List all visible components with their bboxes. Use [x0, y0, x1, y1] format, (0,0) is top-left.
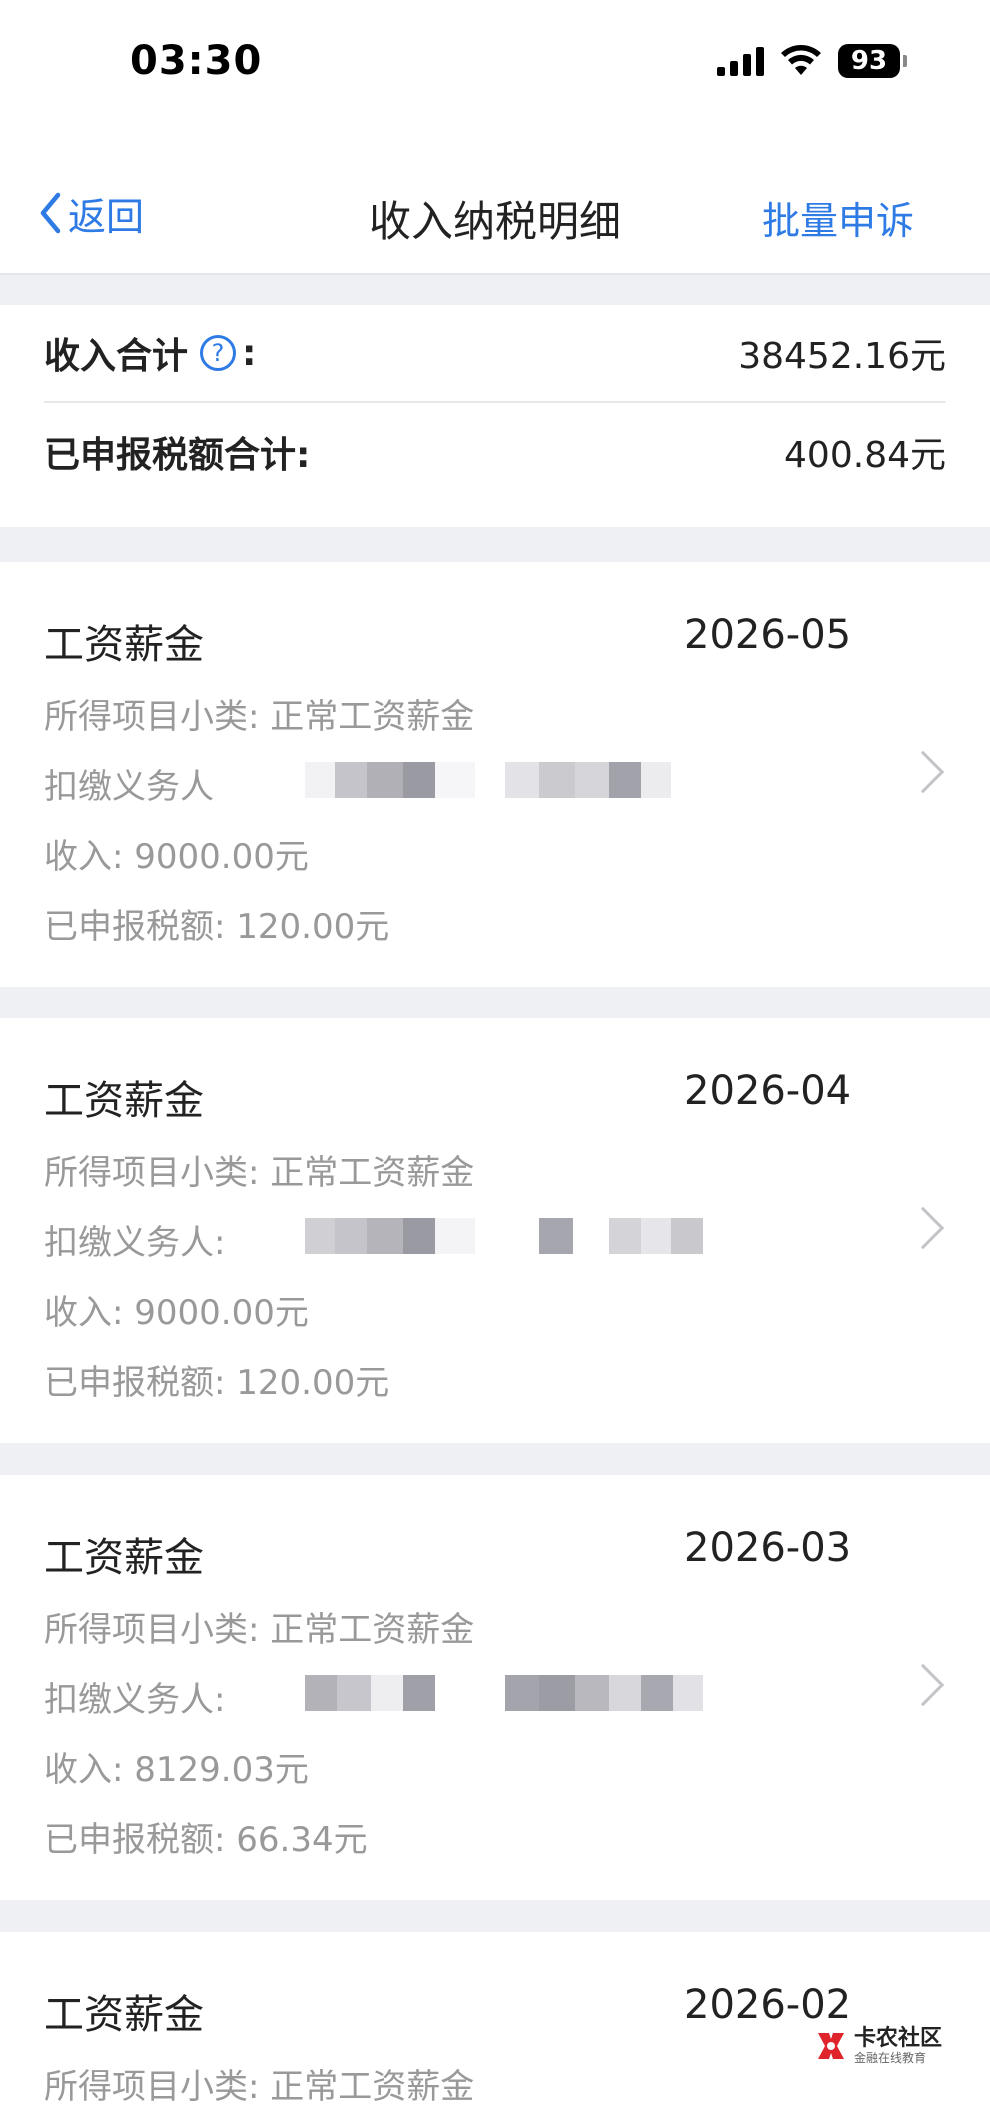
record-subcategory: 所得项目小类: 正常工资薪金 — [44, 697, 475, 737]
record-withholder-label: 扣缴义务人: — [44, 1680, 226, 1720]
record-date: 2026-04 — [684, 1068, 852, 1114]
tax-total-value: 400.84元 — [784, 435, 946, 476]
watermark-subtext: 金融在线教育 — [853, 2051, 926, 2065]
income-total-label: 收入合计 — [44, 336, 189, 377]
tax-total-label: 已申报税额合计: — [44, 435, 311, 476]
redacted-withholder — [305, 1218, 710, 1254]
record-income: 收入: 9000.00元 — [44, 1293, 309, 1333]
record-title: 工资薪金 — [44, 1992, 204, 2038]
redacted-withholder — [305, 762, 710, 798]
watermark-text: 卡农社区 — [853, 2026, 942, 2051]
record-date: 2026-05 — [684, 612, 852, 658]
help-icon[interactable]: ? — [200, 335, 237, 371]
status-bar: 03:30 93 — [0, 0, 990, 130]
record-subcategory: 所得项目小类: 正常工资薪金 — [44, 1153, 475, 1193]
record-subcategory: 所得项目小类: 正常工资薪金 — [44, 1610, 475, 1650]
record-withholder-label: 扣缴义务人 — [44, 767, 214, 807]
record-date: 2026-03 — [684, 1525, 852, 1571]
battery-icon: 93 — [838, 44, 907, 78]
status-icons: 93 — [717, 44, 907, 78]
wifi-icon — [781, 45, 821, 75]
watermark-logo-icon — [817, 2033, 844, 2059]
income-total-row: 收入合计 ? : 38452.16元 — [44, 305, 946, 403]
income-record-card[interactable]: 工资薪金 2026-05 所得项目小类: 正常工资薪金 扣缴义务人 收入: 90… — [0, 562, 990, 987]
record-date: 2026-02 — [684, 1982, 852, 2028]
batch-appeal-button[interactable]: 批量申诉 — [762, 190, 914, 245]
record-withholder-label: 扣缴义务人: — [44, 1223, 226, 1263]
income-record-card[interactable]: 工资薪金 2026-04 所得项目小类: 正常工资薪金 扣缴义务人: 收入: 9… — [0, 1018, 990, 1443]
chevron-right-icon — [901, 1663, 945, 1707]
record-tax: 已申报税额: 66.34元 — [44, 1820, 368, 1860]
income-total-value: 38452.16元 — [738, 336, 946, 377]
record-tax: 已申报税额: 120.00元 — [44, 907, 390, 947]
income-record-card[interactable]: 工资薪金 2026-02 所得项目小类: 正常工资薪金 — [0, 1932, 990, 2105]
chevron-right-icon — [901, 750, 945, 794]
watermark: 卡农社区 金融在线教育 — [814, 2027, 942, 2065]
record-income: 收入: 9000.00元 — [44, 837, 309, 877]
summary-panel: 收入合计 ? : 38452.16元 已申报税额合计: 400.84元 — [0, 305, 990, 527]
record-title: 工资薪金 — [44, 1078, 204, 1124]
status-time: 03:30 — [130, 38, 263, 84]
record-title: 工资薪金 — [44, 622, 204, 668]
income-record-card[interactable]: 工资薪金 2026-03 所得项目小类: 正常工资薪金 扣缴义务人: 收入: 8… — [0, 1475, 990, 1900]
tax-total-row: 已申报税额合计: 400.84元 — [44, 403, 946, 501]
record-tax: 已申报税额: 120.00元 — [44, 1363, 390, 1403]
income-total-colon: : — [242, 332, 257, 374]
record-income: 收入: 8129.03元 — [44, 1750, 309, 1790]
chevron-right-icon — [901, 1206, 945, 1250]
signal-icon — [717, 46, 764, 76]
redacted-withholder — [305, 1675, 710, 1711]
record-subcategory: 所得项目小类: 正常工资薪金 — [44, 2067, 475, 2105]
navigation-bar: 返回 收入纳税明细 批量申诉 — [0, 130, 990, 275]
record-title: 工资薪金 — [44, 1535, 204, 1581]
